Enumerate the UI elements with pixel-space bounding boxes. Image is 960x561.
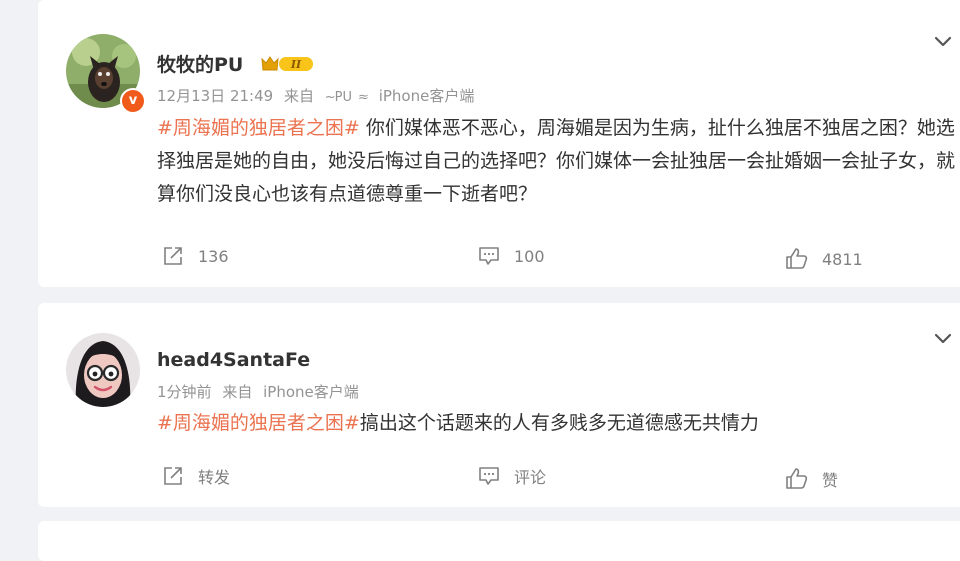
forward-button[interactable]: 136 [160, 243, 229, 269]
topic-link[interactable]: #周海媚的独居者之困# [157, 117, 360, 139]
post-source[interactable]: iPhone客户端 [379, 87, 475, 105]
from-label: 来自 [283, 87, 314, 105]
comment-button[interactable]: 100 [476, 243, 545, 269]
forward-button[interactable]: 转发 [160, 463, 230, 489]
level-badge-text: II [290, 58, 302, 71]
source-logo-text: PU [334, 90, 353, 105]
action-bar: 转发 评论 赞 [38, 463, 960, 492]
from-label: 来自 [222, 383, 253, 401]
level-badge-icon[interactable]: II [260, 53, 316, 75]
share-icon [164, 247, 182, 265]
comment-icon [479, 247, 499, 265]
post-card [38, 521, 960, 561]
user-name[interactable]: head4SantaFe [157, 349, 310, 371]
source-logo: ~PU ≈ [324, 90, 369, 105]
like-button[interactable]: 4811 [784, 246, 863, 272]
share-icon [164, 467, 182, 485]
chevron-down-icon[interactable] [932, 327, 954, 349]
comment-count: 100 [514, 246, 545, 266]
thumbs-up-icon [786, 248, 808, 269]
post-card: head4SantaFe 1分钟前 来自 iPhone客户端 #周海媚的独居者之… [38, 303, 960, 507]
post-time[interactable]: 12月13日 21:49 [157, 87, 273, 105]
post-meta: 1分钟前 来自 iPhone客户端 [157, 381, 365, 402]
action-bar: 136 100 4811 [38, 243, 960, 269]
user-name[interactable]: 牧牧的PU [157, 50, 243, 77]
comment-label: 评论 [514, 468, 547, 487]
like-count: 4811 [822, 249, 863, 269]
like-label: 赞 [822, 471, 839, 490]
comment-icon [479, 467, 499, 485]
post-time[interactable]: 1分钟前 [157, 383, 212, 401]
forward-count: 136 [198, 246, 229, 266]
post-text: #周海媚的独居者之困#搞出这个话题来的人有多贱多无道德感无共情力 [157, 407, 957, 440]
forward-label: 转发 [198, 468, 231, 487]
verified-icon: v [120, 88, 146, 114]
avatar[interactable] [66, 333, 140, 407]
comment-button[interactable]: 评论 [476, 463, 546, 489]
post-source[interactable]: iPhone客户端 [263, 383, 359, 401]
post-meta: 12月13日 21:49 来自 ~PU ≈ iPhone客户端 [157, 85, 480, 106]
post-text: #周海媚的独居者之困# 你们媒体恶不恶心，周海媚是因为生病，扯什么独居不独居之困… [157, 112, 957, 211]
thumbs-up-icon [786, 468, 808, 489]
post-card: v 牧牧的PU II 12月13日 21:49 来自 ~PU ≈ iPhone客户… [38, 0, 960, 287]
like-button[interactable]: 赞 [784, 466, 838, 492]
chevron-down-icon[interactable] [932, 30, 954, 52]
post-body: 搞出这个话题来的人有多贱多无道德感无共情力 [359, 412, 759, 434]
topic-link[interactable]: #周海媚的独居者之困# [157, 412, 360, 434]
